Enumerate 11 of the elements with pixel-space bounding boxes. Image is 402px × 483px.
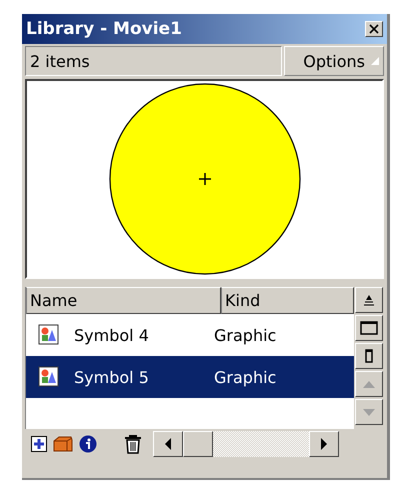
symbol-name: Symbol 4	[74, 326, 150, 344]
window-title: Library - Movie1	[26, 19, 182, 39]
options-button[interactable]: Options	[284, 46, 384, 76]
symbol-kind: Graphic	[214, 326, 276, 344]
item-count: 2 items	[25, 46, 282, 76]
column-header[interactable]: Name	[26, 287, 221, 314]
column-header[interactable]: Kind	[221, 287, 354, 314]
library-row[interactable]: Symbol 5 Graphic	[26, 356, 354, 398]
symbol-name: Symbol 5	[74, 368, 150, 386]
symbol-kind: Graphic	[214, 368, 276, 386]
library-row[interactable]: Symbol 4 Graphic	[26, 314, 354, 356]
